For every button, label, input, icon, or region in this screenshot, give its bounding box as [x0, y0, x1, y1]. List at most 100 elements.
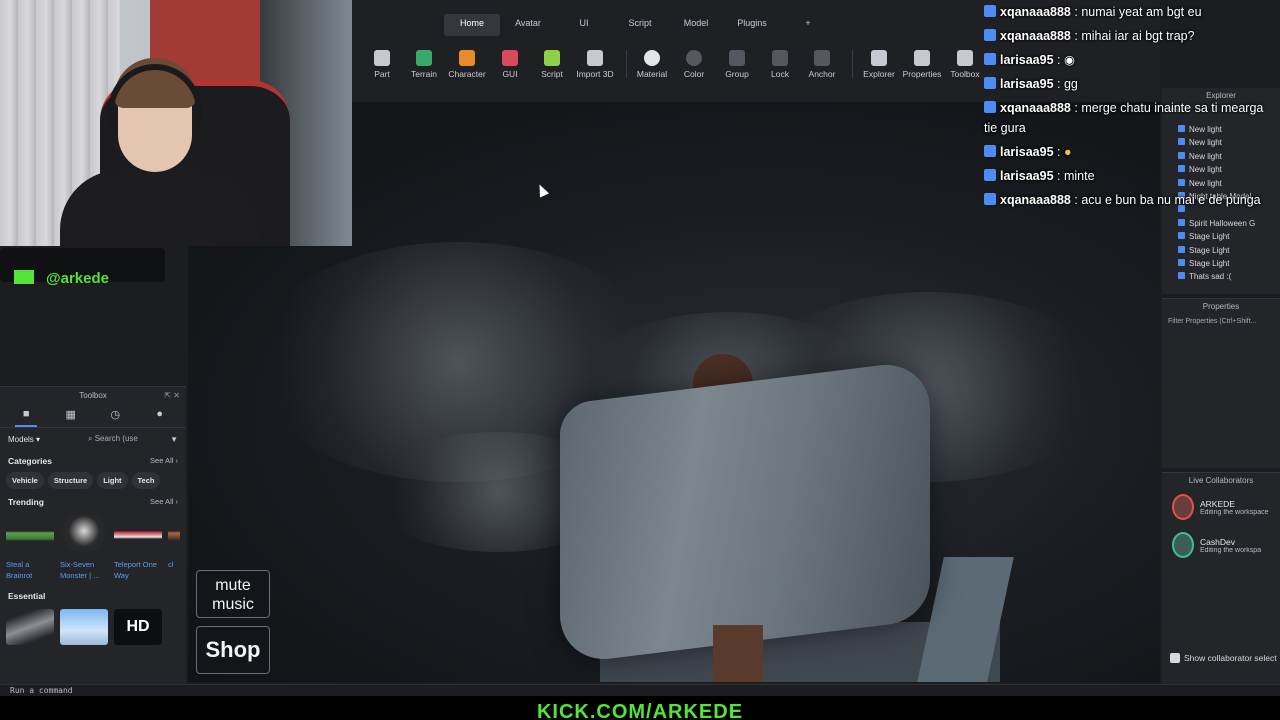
- properties-icon: [914, 50, 930, 66]
- explorer-item[interactable]: Stage Light: [1162, 230, 1280, 243]
- shop-button[interactable]: Shop: [196, 626, 270, 674]
- lock-button[interactable]: Lock: [757, 44, 803, 79]
- ribbon-tabs: Home Avatar UI Script Model Plugins +: [352, 14, 836, 36]
- script-button[interactable]: Script: [529, 44, 575, 79]
- see-all-trending-link[interactable]: See All ›: [150, 497, 178, 507]
- chip-light[interactable]: Light: [97, 472, 128, 489]
- model-pillar[interactable]: [713, 625, 763, 682]
- chat-badge-icon: [984, 193, 996, 205]
- item-thumbnail: [60, 515, 108, 555]
- trending-item[interactable]: Six-Seven Monster | ...: [60, 515, 108, 581]
- chat-badge-icon: [984, 5, 996, 17]
- anchor-button[interactable]: Anchor: [799, 44, 845, 79]
- toolbox-panel: Toolbox ⇱ ✕ ■ ▦ ◷ ● Models ▾ ⌕ Search (u…: [0, 386, 186, 684]
- avatar: [1172, 494, 1194, 520]
- chat-badge-icon: [984, 29, 996, 41]
- stream-chat-overlay: xqanaaa888 : numai yeat am bgt eu xqanaa…: [984, 0, 1280, 212]
- character-button[interactable]: Character: [444, 44, 490, 79]
- properties-title: Properties: [1202, 302, 1240, 311]
- filter-icon[interactable]: ▼: [170, 435, 178, 444]
- explorer-item[interactable]: Thats sad :(: [1162, 270, 1280, 283]
- gui-button[interactable]: GUI: [487, 44, 533, 79]
- essential-item[interactable]: [6, 609, 54, 645]
- essential-item[interactable]: [60, 609, 108, 645]
- explorer-item[interactable]: Stage Light: [1162, 244, 1280, 257]
- toolbox-button[interactable]: Toolbox: [942, 44, 988, 79]
- divider: [626, 50, 627, 78]
- tab-avatar[interactable]: Avatar: [500, 14, 556, 36]
- show-collaborator-toggle[interactable]: Show collaborator select: [1170, 653, 1277, 663]
- character-icon: [459, 50, 475, 66]
- category-select[interactable]: Models ▾: [8, 435, 82, 444]
- model-icon: [1178, 272, 1185, 280]
- import-3d-button[interactable]: Import 3D: [572, 44, 618, 79]
- status-bar: Run a command: [0, 684, 1280, 696]
- collaborator-row[interactable]: ARKEDE Editing the workspace: [1162, 488, 1280, 526]
- barrel-model[interactable]: [560, 359, 930, 665]
- script-icon: [544, 50, 560, 66]
- chat-message: xqanaaa888 : merge chatu inainte sa ti m…: [984, 101, 1264, 135]
- essential-item[interactable]: HD: [114, 609, 162, 645]
- lock-icon: [772, 50, 788, 66]
- part-button[interactable]: Part: [359, 44, 405, 79]
- chat-message: xqanaaa888 : numai yeat am bgt eu: [984, 0, 1280, 24]
- add-tab-button[interactable]: +: [780, 14, 836, 36]
- toolbox-search-input[interactable]: ⌕ Search (use: [88, 434, 164, 444]
- trending-item[interactable]: Teleport One Way: [114, 515, 162, 581]
- marketplace-icon[interactable]: ■: [15, 408, 38, 427]
- tab-script[interactable]: Script: [612, 14, 668, 36]
- collaborator-row[interactable]: CashDev Editing the workspa: [1162, 526, 1280, 564]
- cube-icon: [374, 50, 390, 66]
- terrain-icon: [416, 50, 432, 66]
- item-thumbnail: [114, 515, 162, 555]
- trending-item[interactable]: Steal a Brainrot: [6, 515, 54, 581]
- clock-icon[interactable]: ◷: [104, 408, 126, 427]
- chat-message: xqanaaa888 : mihai iar ai bgt trap?: [984, 24, 1280, 48]
- chat-message: larisaa95 : gg: [984, 72, 1280, 96]
- chat-message: larisaa95 : minte: [984, 164, 1280, 188]
- properties-filter-input[interactable]: Filter Properties (Ctrl+Shift...: [1162, 314, 1280, 329]
- checkbox-icon: [1170, 653, 1180, 663]
- explorer-icon: [871, 50, 887, 66]
- chip-structure[interactable]: Structure: [47, 472, 94, 489]
- trending-item[interactable]: cl: [168, 515, 180, 581]
- live-collaborators-panel: Live Collaborators ARKEDE Editing the wo…: [1162, 472, 1280, 684]
- emote-icon: ◉: [1063, 53, 1075, 67]
- tab-ui[interactable]: UI: [556, 14, 612, 36]
- tab-plugins[interactable]: Plugins: [724, 14, 780, 36]
- explorer-item[interactable]: Stage Light: [1162, 257, 1280, 270]
- see-all-categories-link[interactable]: See All ›: [150, 456, 178, 466]
- color-button[interactable]: Color: [671, 44, 717, 79]
- pin-icon[interactable]: ●: [149, 408, 171, 427]
- essential-heading: Essential: [8, 591, 46, 601]
- studio-window: Home Avatar UI Script Model Plugins + Pa…: [0, 0, 1280, 720]
- material-button[interactable]: Material: [629, 44, 675, 79]
- terrain-button[interactable]: Terrain: [401, 44, 447, 79]
- command-bar-input[interactable]: Run a command: [10, 686, 73, 695]
- chat-badge-icon: [984, 101, 996, 113]
- explorer-item[interactable]: Spirit Halloween G: [1162, 217, 1280, 230]
- tab-home[interactable]: Home: [444, 14, 500, 36]
- mute-music-button[interactable]: mute music: [196, 570, 270, 618]
- item-thumbnail: [168, 515, 180, 555]
- chip-tech[interactable]: Tech: [131, 472, 161, 489]
- panel-controls[interactable]: ⇱ ✕: [164, 391, 180, 400]
- divider: [852, 50, 853, 78]
- ribbon-toolbar: Part Terrain Character GUI Script Import…: [352, 44, 992, 84]
- chat-message: xqanaaa888 : acu e bun ba nu mai e de pu…: [984, 188, 1280, 212]
- chat-message: larisaa95 : ●: [984, 140, 1280, 164]
- tab-model[interactable]: Model: [668, 14, 724, 36]
- item-thumbnail: [6, 515, 54, 555]
- group-button[interactable]: Group: [714, 44, 760, 79]
- grid-icon[interactable]: ▦: [60, 408, 82, 427]
- model-icon: [1178, 218, 1185, 226]
- chat-badge-icon: [984, 145, 996, 157]
- explorer-button[interactable]: Explorer: [856, 44, 902, 79]
- toolbox-tabs: ■ ▦ ◷ ●: [0, 404, 186, 428]
- properties-button[interactable]: Properties: [899, 44, 945, 79]
- collaborators-title: Live Collaborators: [1188, 476, 1254, 485]
- color-icon: [686, 50, 702, 66]
- import-icon: [587, 50, 603, 66]
- chip-vehicle[interactable]: Vehicle: [6, 472, 44, 489]
- toolbox-icon: [957, 50, 973, 66]
